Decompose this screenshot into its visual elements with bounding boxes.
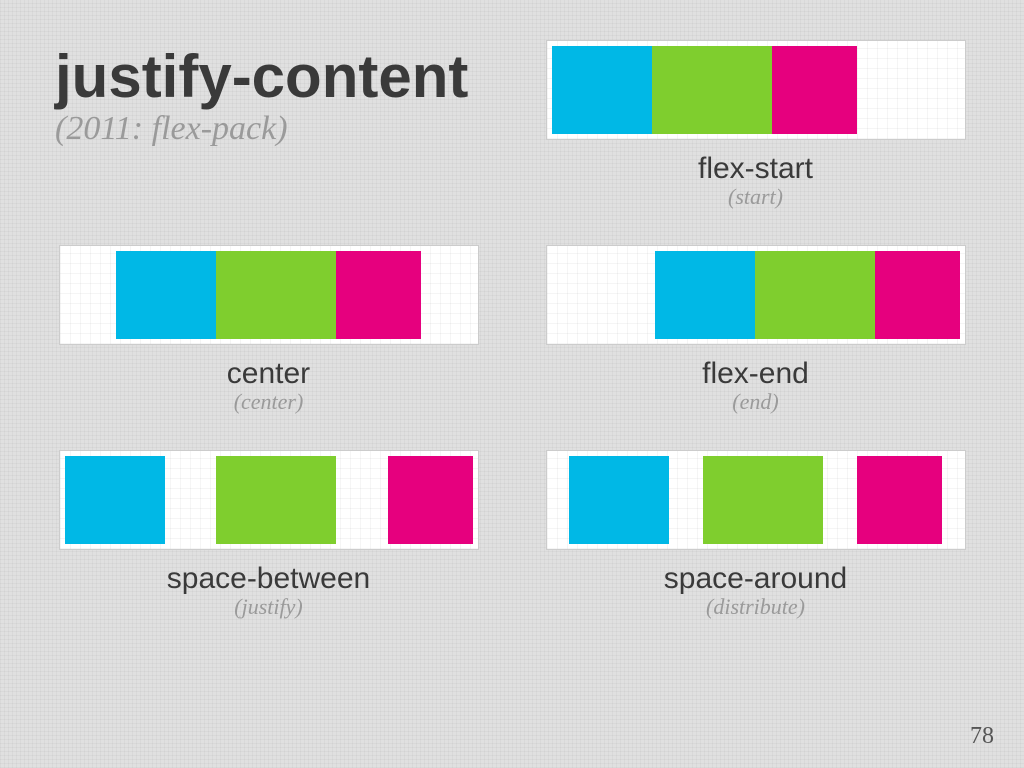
- flex-item-cyan: [65, 456, 165, 544]
- page-number: 78: [970, 723, 994, 750]
- flex-item-magenta: [857, 456, 942, 544]
- page-title: justify-content: [55, 45, 482, 108]
- example-label: space-around: [542, 562, 969, 596]
- example-label: center: [55, 357, 482, 391]
- flex-item-green: [703, 456, 823, 544]
- flex-item-magenta: [875, 251, 960, 339]
- example-sublabel: (distribute): [542, 594, 969, 620]
- example-sublabel: (start): [542, 184, 969, 210]
- flex-item-cyan: [552, 46, 652, 134]
- title-block: justify-content (2011: flex-pack): [55, 40, 482, 210]
- example-sublabel: (justify): [55, 594, 482, 620]
- example-flex-start: flex-start (start): [542, 40, 969, 210]
- example-center: center (center): [55, 245, 482, 415]
- example-label: flex-start: [542, 152, 969, 186]
- flexbox-space-between: [59, 450, 479, 550]
- flex-item-green: [755, 251, 875, 339]
- page-subtitle: (2011: flex-pack): [55, 110, 482, 148]
- example-label: flex-end: [542, 357, 969, 391]
- flex-item-green: [652, 46, 772, 134]
- flex-item-cyan: [655, 251, 755, 339]
- example-flex-end: flex-end (end): [542, 245, 969, 415]
- example-label: space-between: [55, 562, 482, 596]
- flex-item-magenta: [772, 46, 857, 134]
- flexbox-flex-end: [546, 245, 966, 345]
- example-sublabel: (center): [55, 389, 482, 415]
- flex-item-green: [216, 456, 336, 544]
- flex-item-cyan: [116, 251, 216, 339]
- flex-item-magenta: [388, 456, 473, 544]
- flex-item-green: [216, 251, 336, 339]
- example-space-between: space-between (justify): [55, 450, 482, 620]
- flexbox-space-around: [546, 450, 966, 550]
- example-sublabel: (end): [542, 389, 969, 415]
- flexbox-flex-start: [546, 40, 966, 140]
- flex-item-cyan: [569, 456, 669, 544]
- flexbox-center: [59, 245, 479, 345]
- flex-item-magenta: [336, 251, 421, 339]
- slide: justify-content (2011: flex-pack) flex-s…: [0, 0, 1024, 640]
- example-space-around: space-around (distribute): [542, 450, 969, 620]
